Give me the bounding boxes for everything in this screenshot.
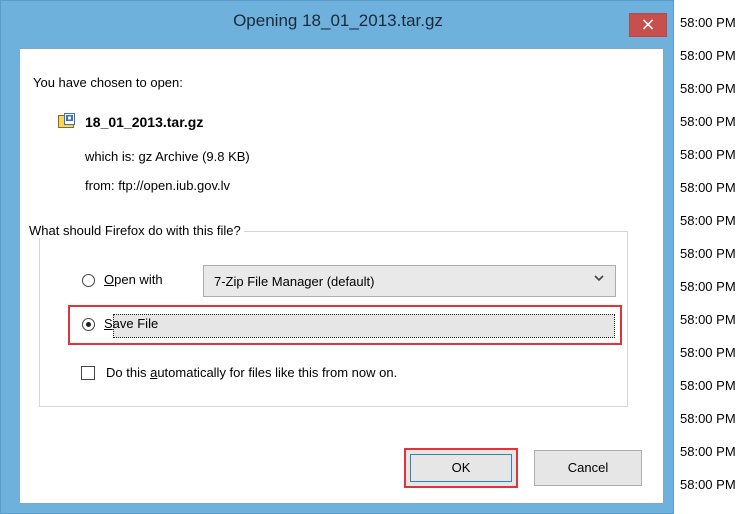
chevron-down-icon: [593, 272, 605, 287]
open-with-label-rest: pen with: [114, 272, 163, 287]
time-cell: 58:00 PM: [680, 312, 736, 327]
intro-text: You have chosen to open:: [33, 75, 183, 90]
auto-label-before: Do this: [106, 365, 151, 380]
save-file-radio[interactable]: [82, 318, 95, 331]
from-row: from: ftp://open.iub.gov.lv: [85, 178, 230, 193]
save-file-label-rest: ave File: [112, 316, 159, 331]
dialog-title: Opening 18_01_2013.tar.gz: [233, 11, 443, 30]
time-cell: 58:00 PM: [680, 345, 736, 360]
time-cell: 58:00 PM: [680, 147, 736, 162]
time-cell: 58:00 PM: [680, 48, 736, 63]
save-file-focus-box: [113, 314, 615, 338]
which-is-value: gz Archive (9.8 KB): [138, 149, 250, 164]
auto-label-after: utomatically for files like this from no…: [157, 365, 398, 380]
time-cell: 58:00 PM: [680, 180, 736, 195]
time-cell: 58:00 PM: [680, 246, 736, 261]
screen: 58:00 PM 58:00 PM 58:00 PM 58:00 PM 58:0…: [0, 0, 749, 514]
save-file-mnemonic: S: [104, 316, 113, 331]
ok-button[interactable]: OK: [404, 448, 518, 488]
which-is-row: which is: gz Archive (9.8 KB): [85, 149, 250, 164]
auto-action-checkbox[interactable]: [81, 366, 95, 380]
time-cell: 58:00 PM: [680, 81, 736, 96]
from-value: ftp://open.iub.gov.lv: [118, 178, 231, 193]
open-with-radio[interactable]: [82, 274, 95, 287]
background-time-column: 58:00 PM 58:00 PM 58:00 PM 58:00 PM 58:0…: [674, 0, 749, 514]
time-cell: 58:00 PM: [680, 15, 736, 30]
ok-button-label: OK: [451, 460, 471, 475]
time-cell: 58:00 PM: [680, 444, 736, 459]
file-name: 18_01_2013.tar.gz: [85, 114, 204, 130]
which-is-label: which is:: [85, 149, 135, 164]
auto-action-label[interactable]: Do this automatically for files like thi…: [106, 365, 397, 380]
time-cell: 58:00 PM: [680, 279, 736, 294]
open-with-mnemonic: O: [104, 272, 115, 287]
from-label: from:: [85, 178, 115, 193]
close-button[interactable]: ×: [629, 13, 667, 37]
close-icon: ×: [640, 14, 656, 35]
time-cell: 58:00 PM: [680, 411, 736, 426]
time-cell: 58:00 PM: [680, 378, 736, 393]
application-select-value: 7-Zip File Manager (default): [214, 274, 375, 289]
cancel-button[interactable]: Cancel: [534, 450, 642, 486]
time-cell: 58:00 PM: [680, 114, 736, 129]
open-with-label[interactable]: Open with: [104, 272, 163, 287]
archive-file-icon: [58, 113, 75, 128]
save-file-label[interactable]: Save File: [104, 316, 158, 331]
action-group-legend: What should Firefox do with this file?: [26, 223, 244, 238]
time-cell: 58:00 PM: [680, 213, 736, 228]
time-cell: 58:00 PM: [680, 477, 736, 492]
cancel-button-label: Cancel: [567, 460, 609, 475]
dialog-titlebar[interactable]: Opening 18_01_2013.tar.gz ×: [1, 1, 675, 41]
application-select[interactable]: 7-Zip File Manager (default): [203, 265, 616, 297]
